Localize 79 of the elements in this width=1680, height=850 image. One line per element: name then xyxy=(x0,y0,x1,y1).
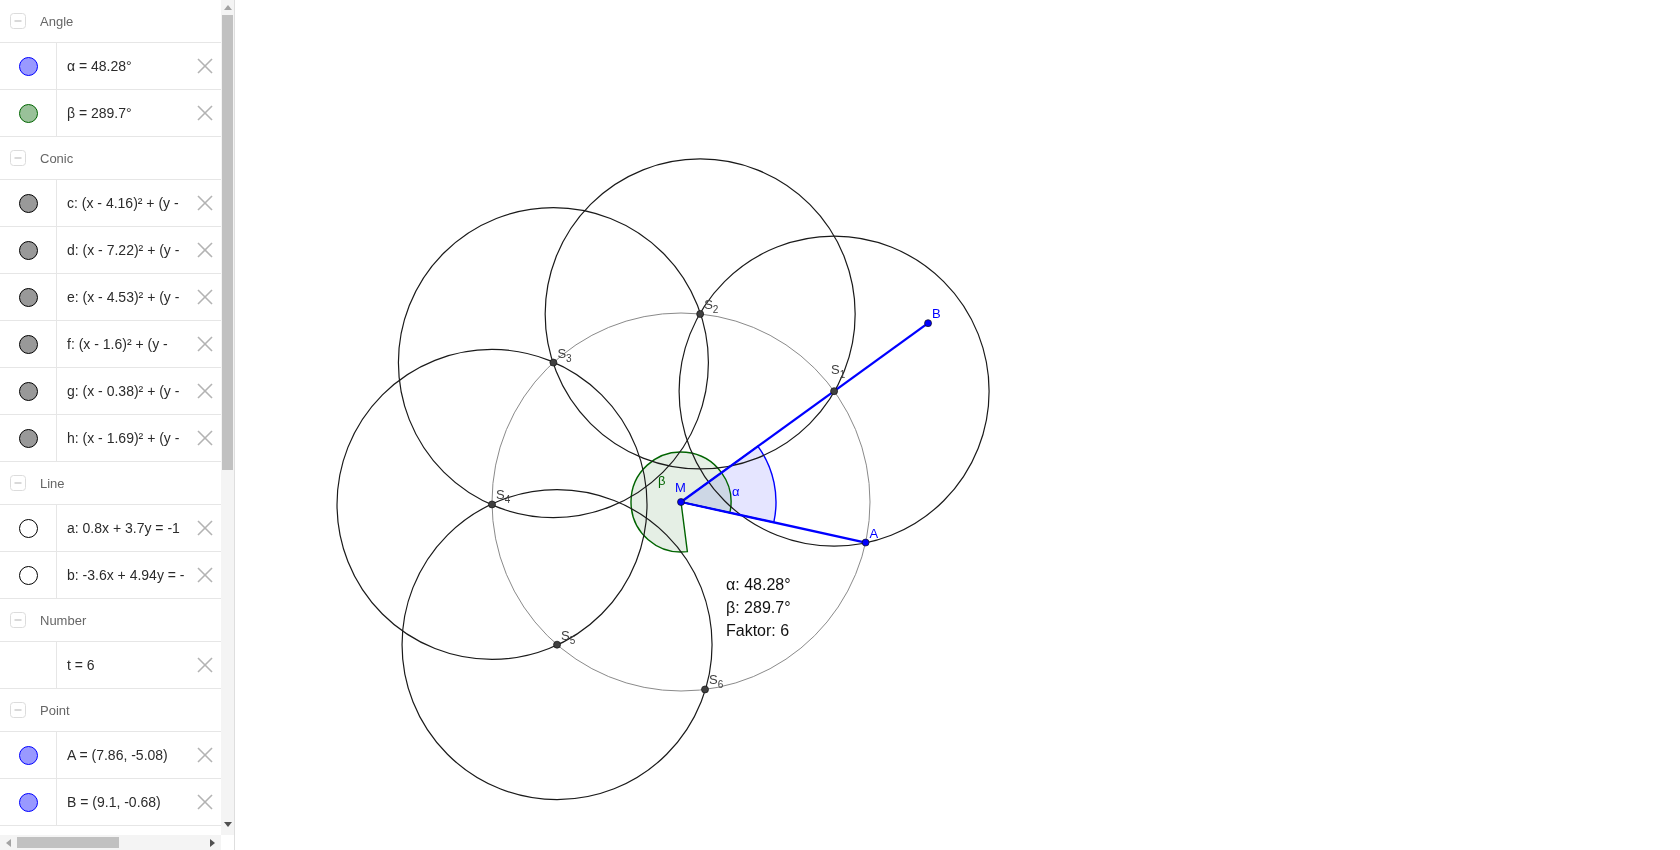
algebra-entry[interactable]: t = 6 xyxy=(67,657,95,673)
cross-icon[interactable] xyxy=(197,567,213,583)
point-icon[interactable] xyxy=(861,538,870,547)
cross-icon[interactable] xyxy=(197,58,213,74)
group-title: Number xyxy=(40,612,87,628)
group-title: Point xyxy=(40,702,70,718)
visibility-dot-icon[interactable] xyxy=(18,745,38,765)
algebra-entry[interactable]: d: (x - 7.22)² + (y - xyxy=(67,242,180,258)
cross-icon[interactable] xyxy=(197,289,213,305)
visibility-dot-icon[interactable] xyxy=(18,565,38,585)
point-icon[interactable] xyxy=(549,358,558,367)
up-arrow-icon[interactable] xyxy=(223,5,232,10)
angle-label: α xyxy=(732,485,740,498)
group-title: Line xyxy=(40,475,65,491)
visibility-dot-icon[interactable] xyxy=(18,240,38,260)
info-text: Faktor: 6 xyxy=(726,621,790,641)
group-title: Angle xyxy=(40,13,74,29)
visibility-dot-icon[interactable] xyxy=(18,428,38,448)
cross-icon[interactable] xyxy=(197,520,213,536)
cross-icon[interactable] xyxy=(197,657,213,673)
point-icon[interactable] xyxy=(701,685,709,694)
group-title: Conic xyxy=(40,150,74,166)
visibility-dot-icon[interactable] xyxy=(18,792,38,812)
algebra-entry[interactable]: f: (x - 1.6)² + (y - xyxy=(67,336,168,352)
visibility-dot-icon[interactable] xyxy=(18,103,38,123)
minus-icon[interactable] xyxy=(10,612,26,628)
visibility-dot-icon[interactable] xyxy=(18,287,38,307)
point-icon[interactable] xyxy=(830,387,838,396)
algebra-entry[interactable]: A = (7.86, -5.08) xyxy=(67,747,168,763)
cross-icon[interactable] xyxy=(197,383,213,399)
algebra-entry[interactable]: B = (9.1, -0.68) xyxy=(67,794,161,810)
algebra-entry[interactable]: a: 0.8x + 3.7y = -1 xyxy=(67,520,180,536)
left-arrow-icon[interactable] xyxy=(6,838,11,847)
visibility-dot-icon[interactable] xyxy=(18,334,38,354)
point-icon[interactable] xyxy=(553,640,561,649)
cross-icon[interactable] xyxy=(197,794,213,810)
visibility-dot-icon[interactable] xyxy=(18,193,38,213)
cross-icon[interactable] xyxy=(197,195,213,211)
point-label: S$_{6}$ xyxy=(709,673,724,691)
right-arrow-icon[interactable] xyxy=(210,838,215,847)
algebra-entry[interactable]: h: (x - 1.69)² + (y - xyxy=(67,430,180,446)
cross-icon[interactable] xyxy=(197,430,213,446)
point-icon[interactable] xyxy=(488,500,496,509)
minus-icon[interactable] xyxy=(10,13,26,29)
visibility-dot-icon[interactable] xyxy=(18,56,38,76)
algebra-entry[interactable]: c: (x - 4.16)² + (y - xyxy=(67,195,179,211)
point-label: B xyxy=(932,307,941,321)
vertical-scrollbar[interactable] xyxy=(221,0,234,835)
minus-icon[interactable] xyxy=(10,475,26,491)
cross-icon[interactable] xyxy=(197,747,213,763)
info-text: β: 289.7° xyxy=(726,598,791,618)
cross-icon[interactable] xyxy=(197,242,213,258)
scrollbar-thumb[interactable] xyxy=(17,837,119,848)
algebra-entry[interactable]: e: (x - 4.53)² + (y - xyxy=(67,289,180,305)
point-label: A xyxy=(869,526,879,540)
algebra-entry[interactable]: g: (x - 0.38)² + (y - xyxy=(67,383,180,399)
down-arrow-icon[interactable] xyxy=(223,822,232,827)
cross-icon[interactable] xyxy=(197,105,213,121)
point-label: S$_{2}$ xyxy=(704,297,719,315)
point-label: S$_{1}$ xyxy=(831,363,846,381)
horizontal-scrollbar[interactable] xyxy=(0,835,221,850)
point-label: M xyxy=(675,481,686,494)
visibility-dot-icon[interactable] xyxy=(18,381,38,401)
point-label: S$_{3}$ xyxy=(557,346,572,364)
scrollbar-thumb[interactable] xyxy=(222,15,233,470)
point-label: S$_{4}$ xyxy=(496,488,511,506)
info-text: α: 48.28° xyxy=(726,575,791,595)
cross-icon[interactable] xyxy=(197,336,213,352)
algebra-entry[interactable]: β = 289.7° xyxy=(67,105,132,121)
point-icon[interactable] xyxy=(696,310,704,318)
point-icon[interactable] xyxy=(677,498,685,506)
point-icon[interactable] xyxy=(924,319,932,327)
algebra-entry[interactable]: b: -3.6x + 4.94y = - xyxy=(67,567,185,583)
minus-icon[interactable] xyxy=(10,702,26,718)
angle-label: β xyxy=(658,474,666,487)
algebra-entry[interactable]: α = 48.28° xyxy=(67,58,132,74)
visibility-dot-icon[interactable] xyxy=(18,518,38,538)
minus-icon[interactable] xyxy=(10,150,26,166)
point-label: S$_{5}$ xyxy=(561,628,576,646)
